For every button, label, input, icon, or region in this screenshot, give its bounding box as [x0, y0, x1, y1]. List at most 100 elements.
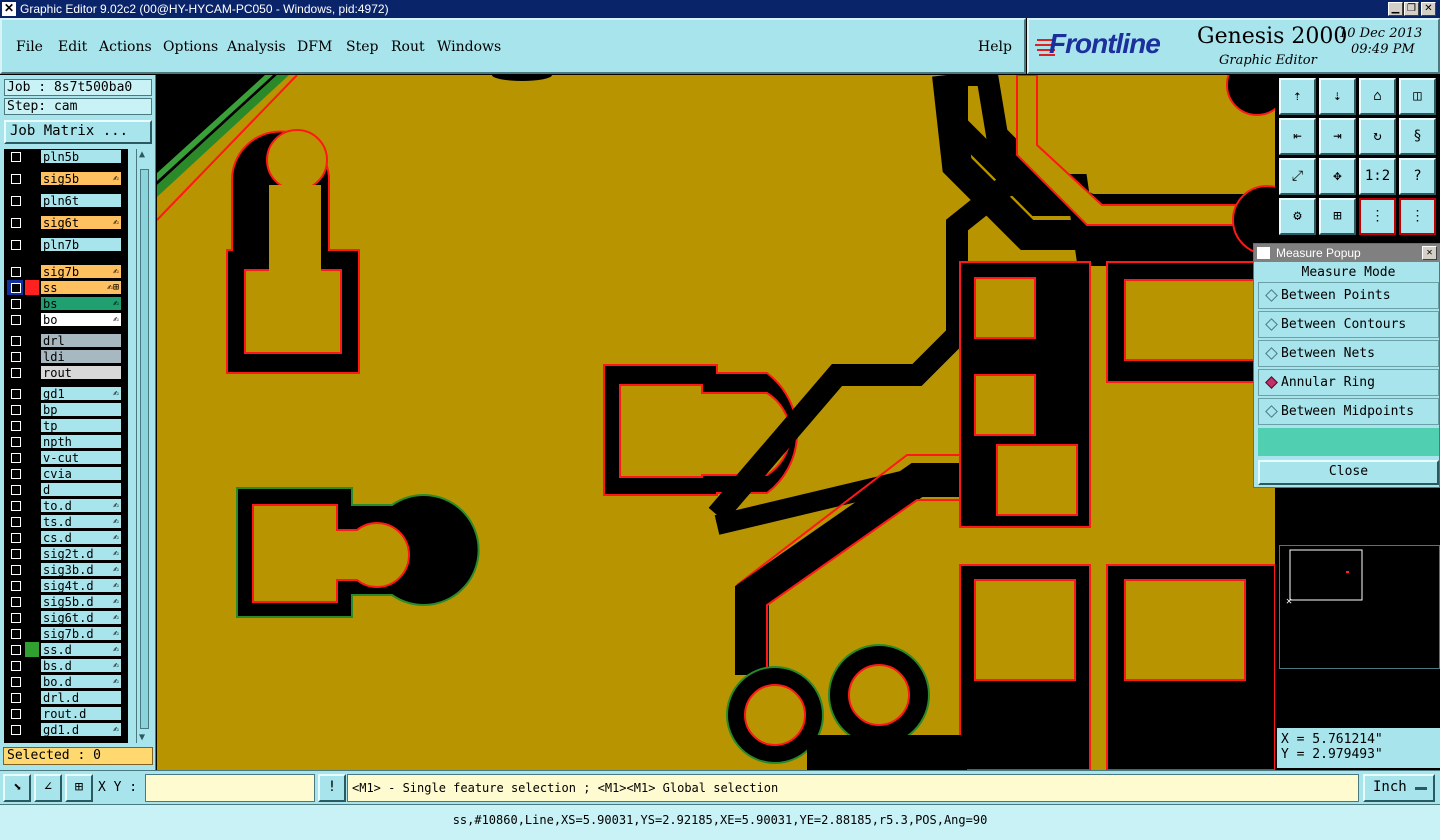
layer-row[interactable]: ts.d ✍ — [4, 514, 128, 529]
layer-color-swatch[interactable] — [25, 386, 39, 401]
restore-button[interactable]: ❐ — [1404, 2, 1419, 16]
layer-row[interactable]: drl — [4, 333, 128, 348]
home-down-icon[interactable]: ⇣ — [1319, 78, 1356, 115]
layer-color-swatch[interactable] — [25, 642, 39, 657]
layer-row[interactable]: bo ✍ — [4, 312, 128, 327]
layer-color-swatch[interactable] — [25, 546, 39, 561]
layer-checkbox[interactable] — [7, 642, 23, 657]
layer-row[interactable]: gd1 ✍ — [4, 386, 128, 401]
layer-name[interactable]: ldi — [40, 349, 122, 364]
layer-color-swatch[interactable] — [25, 610, 39, 625]
layer-row[interactable]: d — [4, 482, 128, 497]
layer-checkbox[interactable] — [7, 578, 23, 593]
layer-checkbox[interactable] — [7, 296, 23, 311]
layer-row[interactable]: ss.d ✍ — [4, 642, 128, 657]
layer-color-swatch[interactable] — [25, 280, 39, 295]
layer-name[interactable]: pln6t — [40, 193, 122, 208]
home-up-icon[interactable]: ⇡ — [1279, 78, 1316, 115]
layer-name[interactable]: d — [40, 482, 122, 497]
layer-row[interactable]: cvia — [4, 466, 128, 481]
layer-checkbox[interactable] — [7, 215, 23, 230]
layer-name[interactable]: bp — [40, 402, 122, 417]
layer-checkbox[interactable] — [7, 312, 23, 327]
layer-color-swatch[interactable] — [25, 674, 39, 689]
menu-rout[interactable]: Rout — [391, 39, 425, 55]
layer-row[interactable]: pln5b — [4, 149, 128, 164]
xy-input[interactable] — [145, 774, 315, 802]
layer-checkbox[interactable] — [7, 349, 23, 364]
layer-row[interactable]: rout.d — [4, 706, 128, 721]
minimize-button[interactable]: ▁ — [1388, 2, 1403, 16]
layer-checkbox[interactable] — [7, 386, 23, 401]
menu-step[interactable]: Step — [346, 39, 378, 55]
layer-row[interactable]: bo.d ✍ — [4, 674, 128, 689]
layer-name[interactable]: v-cut — [40, 450, 122, 465]
layer-checkbox[interactable] — [7, 658, 23, 673]
pcb-view[interactable] — [156, 54, 1302, 771]
layer-color-swatch[interactable] — [25, 418, 39, 433]
layer-color-swatch[interactable] — [25, 333, 39, 348]
layer-color-swatch[interactable] — [25, 706, 39, 721]
layer-row[interactable]: sig7b.d ✍ — [4, 626, 128, 641]
layer-checkbox[interactable] — [7, 402, 23, 417]
layer-color-swatch[interactable] — [25, 482, 39, 497]
zoom-center-icon[interactable]: ✥ — [1319, 158, 1356, 195]
ratio-icon[interactable]: 1:2 — [1359, 158, 1396, 195]
layer-checkbox[interactable] — [7, 594, 23, 609]
layer-checkbox[interactable] — [7, 722, 23, 737]
layer-name[interactable]: npth — [40, 434, 122, 449]
layer-checkbox[interactable] — [7, 418, 23, 433]
layer-name[interactable]: bo.d ✍ — [40, 674, 122, 689]
layer-row[interactable]: sig4t.d ✍ — [4, 578, 128, 593]
layer-checkbox[interactable] — [7, 434, 23, 449]
layer-color-swatch[interactable] — [25, 312, 39, 327]
layer-row[interactable]: v-cut — [4, 450, 128, 465]
layer-icon-b[interactable]: ⋮ — [1399, 198, 1436, 235]
layer-color-swatch[interactable] — [25, 658, 39, 673]
layer-name[interactable]: sig5b.d ✍ — [40, 594, 122, 609]
layer-color-swatch[interactable] — [25, 215, 39, 230]
popup-close-button[interactable]: Close — [1258, 460, 1439, 485]
layer-name[interactable]: gd1 ✍ — [40, 386, 122, 401]
layer-row[interactable]: gd1.d ✍ — [4, 722, 128, 737]
menu-file[interactable]: File — [16, 39, 43, 55]
layer-row[interactable]: ss ✍⊞ — [4, 280, 128, 295]
layer-color-swatch[interactable] — [25, 349, 39, 364]
layer-color-swatch[interactable] — [25, 237, 39, 252]
layer-row[interactable]: sig5b ✍ — [4, 171, 128, 186]
pan-right-icon[interactable]: ⇥ — [1319, 118, 1356, 155]
layer-scrollbar[interactable]: ▲ ▼ — [136, 149, 152, 743]
layer-checkbox[interactable] — [7, 482, 23, 497]
layer-row[interactable]: sig7b ✍ — [4, 264, 128, 279]
home-icon[interactable]: ⌂ — [1359, 78, 1396, 115]
option-between-contours[interactable]: Between Contours — [1258, 311, 1439, 338]
scroll-down-icon[interactable]: ▼ — [139, 732, 145, 743]
layer-row[interactable]: cs.d ✍ — [4, 530, 128, 545]
layer-checkbox[interactable] — [7, 498, 23, 513]
layer-color-swatch[interactable] — [25, 690, 39, 705]
layer-color-swatch[interactable] — [25, 498, 39, 513]
menu-dfm[interactable]: DFM — [297, 39, 332, 55]
layer-name[interactable]: to.d ✍ — [40, 498, 122, 513]
layer-color-swatch[interactable] — [25, 365, 39, 380]
close-window-button[interactable]: ✕ — [1421, 2, 1436, 16]
layer-color-swatch[interactable] — [25, 594, 39, 609]
layer-name[interactable]: cs.d ✍ — [40, 530, 122, 545]
layer-color-swatch[interactable] — [25, 434, 39, 449]
layer-color-swatch[interactable] — [25, 171, 39, 186]
layer-checkbox[interactable] — [7, 466, 23, 481]
layer-name[interactable]: sig6t.d ✍ — [40, 610, 122, 625]
layer-checkbox[interactable] — [7, 626, 23, 641]
layer-color-swatch[interactable] — [25, 530, 39, 545]
layer-checkbox[interactable] — [7, 610, 23, 625]
layer-checkbox[interactable] — [7, 237, 23, 252]
layer-name[interactable]: sig6t ✍ — [40, 215, 122, 230]
layer-checkbox[interactable] — [7, 514, 23, 529]
layer-checkbox[interactable] — [7, 171, 23, 186]
scroll-thumb[interactable] — [140, 169, 149, 729]
layer-name[interactable]: sig7b.d ✍ — [40, 626, 122, 641]
alert-button[interactable]: ! — [318, 774, 346, 802]
scroll-up-icon[interactable]: ▲ — [139, 149, 145, 160]
pan-left-icon[interactable]: ⇤ — [1279, 118, 1316, 155]
measure-angle-icon[interactable]: ∠ — [34, 774, 62, 802]
